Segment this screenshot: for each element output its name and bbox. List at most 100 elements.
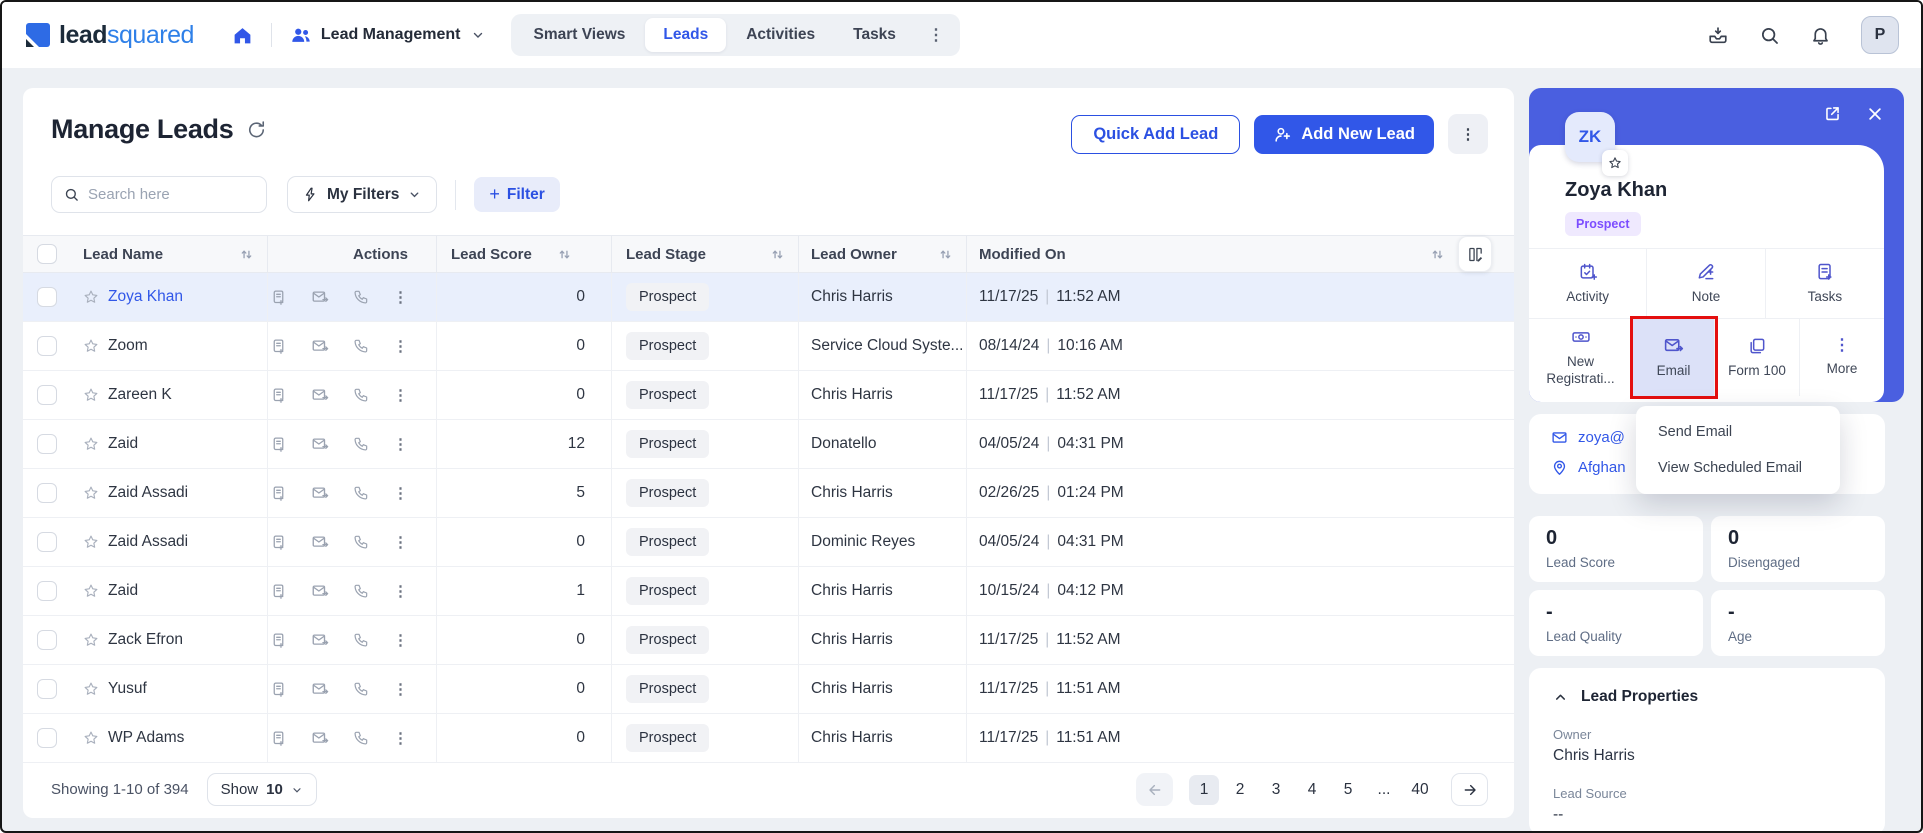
add-activity-icon[interactable] (270, 436, 287, 453)
new-registration-tile[interactable]: New Registrati... (1529, 319, 1633, 396)
my-filters-button[interactable]: My Filters (287, 176, 438, 213)
add-activity-icon[interactable] (270, 485, 287, 502)
table-row[interactable]: Zaid ⋮ (23, 567, 1514, 616)
page-size-select[interactable]: Show 10 (206, 773, 317, 806)
previous-page-button[interactable] (1136, 773, 1173, 806)
add-activity-icon[interactable] (270, 583, 287, 600)
lead-name-link[interactable]: Yusuf (108, 680, 147, 698)
page-number[interactable]: ... (1369, 775, 1399, 805)
send-email-icon[interactable] (311, 337, 329, 355)
lead-location[interactable]: Afghan (1578, 459, 1626, 476)
next-page-button[interactable] (1451, 773, 1488, 806)
table-row[interactable]: Zack Efron ⋮ 0 Prospect Chris Harris 11/… (23, 616, 1514, 665)
add-new-lead-button[interactable]: Add New Lead (1254, 114, 1434, 154)
tabs-overflow-kebab-icon[interactable]: ⋮ (916, 25, 956, 45)
home-icon[interactable] (232, 25, 253, 46)
star-icon[interactable] (83, 485, 99, 501)
add-activity-icon[interactable] (270, 681, 287, 698)
row-kebab-icon[interactable]: ⋮ (393, 484, 408, 502)
notifications-bell-icon[interactable] (1810, 25, 1831, 46)
email-tile[interactable]: Email (1633, 319, 1715, 396)
star-icon[interactable] (83, 730, 99, 746)
workspace-selector[interactable]: Lead Management (290, 24, 486, 46)
star-icon[interactable] (83, 338, 99, 354)
send-email-icon[interactable] (311, 582, 329, 600)
page-number[interactable]: 4 (1297, 775, 1327, 805)
star-icon[interactable] (83, 534, 99, 550)
call-phone-icon[interactable] (353, 485, 369, 501)
lead-name-link[interactable]: Zack Efron (108, 631, 183, 649)
row-kebab-icon[interactable]: ⋮ (393, 729, 408, 747)
close-panel-icon[interactable] (1866, 104, 1884, 123)
tasks-tile[interactable]: Tasks (1766, 249, 1884, 318)
sort-icon[interactable] (939, 248, 952, 261)
search-input[interactable] (88, 186, 254, 203)
send-email-icon[interactable] (311, 533, 329, 551)
send-email-icon[interactable] (311, 729, 329, 747)
tab-tasks[interactable]: Tasks (835, 18, 914, 52)
lead-name-link[interactable]: Zoya Khan (108, 288, 183, 306)
call-phone-icon[interactable] (353, 387, 369, 403)
row-checkbox[interactable] (37, 385, 57, 405)
table-row[interactable]: Yusuf ⋮ 0 Prospect Chris Harris 11/17/25… (23, 665, 1514, 714)
table-row[interactable]: Zoom ⋮ 0 Prospect Service Cloud Syste...… (23, 322, 1514, 371)
add-activity-icon[interactable] (270, 632, 287, 649)
col-lead-score[interactable]: Lead Score (451, 246, 532, 263)
row-checkbox[interactable] (37, 336, 57, 356)
sort-icon[interactable] (1431, 248, 1444, 261)
tab-leads[interactable]: Leads (645, 18, 727, 52)
add-filter-button[interactable]: + Filter (474, 177, 560, 212)
col-modified-on[interactable]: Modified On (979, 246, 1066, 263)
add-activity-icon[interactable] (270, 338, 287, 355)
lead-name-link[interactable]: Zareen K (108, 386, 172, 404)
call-phone-icon[interactable] (353, 583, 369, 599)
send-email-icon[interactable] (311, 631, 329, 649)
col-lead-name[interactable]: Lead Name (83, 246, 163, 263)
row-checkbox[interactable] (37, 630, 57, 650)
add-activity-icon[interactable] (270, 289, 287, 306)
table-row[interactable]: Zaid Assadi ⋮ (23, 518, 1514, 567)
lead-properties-header[interactable]: Lead Properties (1553, 688, 1861, 706)
send-email-icon[interactable] (311, 484, 329, 502)
page-number[interactable]: 1 (1189, 774, 1219, 805)
table-row[interactable]: Zoya Khan ⋮ 0 Prospect Chris Harris 11/1… (23, 273, 1514, 322)
send-email-icon[interactable] (311, 288, 329, 306)
row-checkbox[interactable] (37, 483, 57, 503)
refresh-icon[interactable] (247, 120, 266, 139)
sort-icon[interactable] (240, 248, 253, 261)
star-icon[interactable] (83, 436, 99, 452)
activity-tile[interactable]: Activity (1529, 249, 1648, 318)
star-icon[interactable] (83, 387, 99, 403)
sort-icon[interactable] (558, 248, 571, 261)
call-phone-icon[interactable] (353, 632, 369, 648)
row-checkbox[interactable] (37, 728, 57, 748)
row-checkbox[interactable] (37, 581, 57, 601)
row-kebab-icon[interactable]: ⋮ (393, 582, 408, 600)
email-menu-item[interactable]: Send Email (1636, 414, 1840, 450)
lead-name-link[interactable]: Zaid Assadi (108, 484, 188, 502)
call-phone-icon[interactable] (353, 681, 369, 697)
row-kebab-icon[interactable]: ⋮ (393, 533, 408, 551)
row-kebab-icon[interactable]: ⋮ (393, 386, 408, 404)
more-tile[interactable]: ⋮ More (1800, 319, 1884, 396)
row-checkbox[interactable] (37, 434, 57, 454)
favorite-star-icon[interactable] (1602, 150, 1628, 176)
open-in-new-icon[interactable] (1823, 104, 1842, 123)
form-100-tile[interactable]: Form 100 (1715, 319, 1800, 396)
add-activity-icon[interactable] (270, 730, 287, 747)
more-options-kebab-icon[interactable]: ⋮ (1448, 114, 1488, 154)
lead-name-link[interactable]: Zaid (108, 582, 138, 600)
star-icon[interactable] (83, 632, 99, 648)
add-activity-icon[interactable] (270, 387, 287, 404)
page-number[interactable]: 5 (1333, 775, 1363, 805)
edit-columns-icon[interactable] (1458, 236, 1492, 272)
lead-email[interactable]: zoya@ (1578, 429, 1625, 446)
lead-name-link[interactable]: Zaid (108, 435, 138, 453)
lead-name-link[interactable]: Zaid Assadi (108, 533, 188, 551)
call-phone-icon[interactable] (353, 730, 369, 746)
page-number[interactable]: 3 (1261, 775, 1291, 805)
table-row[interactable]: Zaid ⋮ (23, 420, 1514, 469)
row-kebab-icon[interactable]: ⋮ (393, 337, 408, 355)
note-tile[interactable]: Note (1647, 249, 1766, 318)
user-avatar[interactable]: P (1861, 16, 1899, 54)
